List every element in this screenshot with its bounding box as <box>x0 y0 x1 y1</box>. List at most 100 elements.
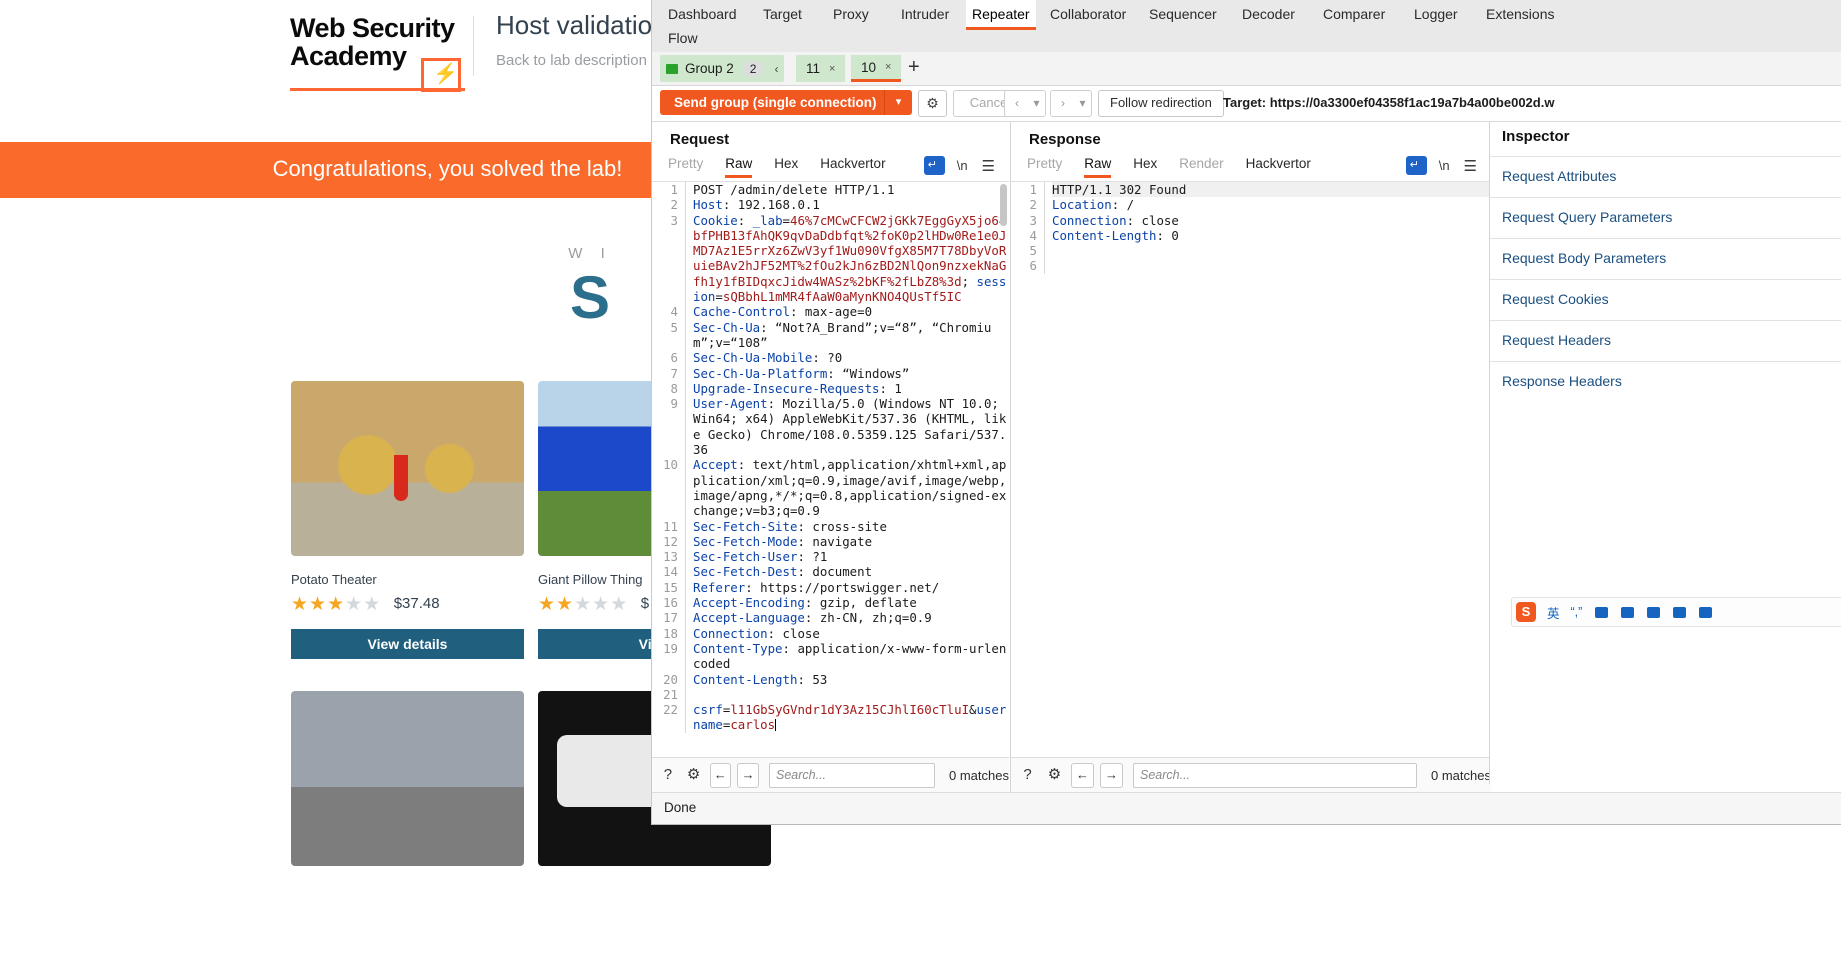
inspector-row-request-body-params[interactable]: Request Body Parameters <box>1490 238 1841 280</box>
show-newlines-icon[interactable]: \n <box>957 158 968 173</box>
code-line[interactable]: 20 Content-Length: 53 <box>652 671 1009 687</box>
line-text[interactable]: User-Agent: Mozilla/5.0 (Windows NT 10.0… <box>693 396 1009 457</box>
inspector-row-request-headers[interactable]: Request Headers <box>1490 320 1841 362</box>
line-text[interactable]: Sec-Fetch-User: ?1 <box>693 549 1009 564</box>
response-tab-render[interactable]: Render <box>1179 156 1223 175</box>
close-icon[interactable]: × <box>885 61 891 73</box>
web-security-academy-logo[interactable]: Web Security Academy ⚡ <box>290 14 465 92</box>
line-text[interactable]: Connection: close <box>693 626 1009 641</box>
code-line[interactable]: 10 Accept: text/html,application/xhtml+xm… <box>652 457 1009 519</box>
line-text[interactable]: Sec-Ch-Ua: “Not?A_Brand”;v=“8”, “Chromiu… <box>693 320 1009 351</box>
code-line[interactable]: 5 Sec-Ch-Ua: “Not?A_Brand”;v=“8”, “Chromi… <box>652 319 1009 351</box>
repeater-tab-10[interactable]: 10 × <box>851 55 902 82</box>
tab-target[interactable]: Target <box>757 0 808 28</box>
line-text[interactable]: Referer: https://portswigger.net/ <box>693 580 1009 595</box>
line-text[interactable]: Sec-Fetch-Mode: navigate <box>693 534 1009 549</box>
word-wrap-icon[interactable]: ↵ <box>923 156 945 175</box>
line-text[interactable]: HTTP/1.1 302 Found <box>1052 182 1491 198</box>
scrollbar-thumb[interactable] <box>1000 184 1007 226</box>
code-line[interactable]: 3 Connection: close <box>1011 212 1491 228</box>
line-text[interactable]: Host: 192.168.0.1 <box>693 197 1009 212</box>
ime-language-toggle[interactable]: 英 <box>1547 603 1560 622</box>
chevron-left-icon[interactable]: ‹ <box>774 62 778 76</box>
line-text[interactable]: Upgrade-Insecure-Requests: 1 <box>693 381 1009 396</box>
line-text[interactable]: Cache-Control: max-age=0 <box>693 304 1009 319</box>
inspector-row-response-headers[interactable]: Response Headers <box>1490 361 1841 403</box>
microphone-icon[interactable] <box>1595 606 1609 618</box>
tab-flow[interactable]: Flow <box>662 24 704 52</box>
inspector-row-request-cookies[interactable]: Request Cookies <box>1490 279 1841 321</box>
response-search-input[interactable]: Search... <box>1133 763 1417 788</box>
code-line[interactable]: 13 Sec-Fetch-User: ?1 <box>652 549 1009 565</box>
send-group-button[interactable]: Send group (single connection) <box>660 90 891 115</box>
response-tab-raw[interactable]: Raw <box>1084 156 1112 178</box>
repeater-group[interactable]: Group 2 2 ‹ <box>660 55 785 82</box>
gear-icon[interactable]: ⚙ <box>684 764 704 787</box>
line-text[interactable]: Sec-Ch-Ua-Mobile: ?0 <box>693 350 1009 365</box>
code-line[interactable]: 14 Sec-Fetch-Dest: document <box>652 564 1009 580</box>
gear-icon[interactable]: ⚙ <box>918 90 947 117</box>
toolbox-icon[interactable] <box>1647 606 1661 618</box>
code-line[interactable]: 3 Cookie: _lab=46%7cMCwCFCW2jGKk7EggGyX5j… <box>652 212 1009 305</box>
line-text[interactable]: Accept-Encoding: gzip, deflate <box>693 595 1009 610</box>
line-text[interactable] <box>1052 243 1491 258</box>
response-tab-hex[interactable]: Hex <box>1133 156 1157 175</box>
code-line[interactable]: 17 Accept-Language: zh-CN, zh;q=0.9 <box>652 610 1009 626</box>
tab-extensions[interactable]: Extensions <box>1480 0 1560 28</box>
ime-toolbar[interactable]: S 英 “,” <box>1511 597 1841 627</box>
response-editor[interactable]: 1 HTTP/1.1 302 Found 2 Location: / 3 Connecti… <box>1011 181 1491 757</box>
menu-icon[interactable] <box>1699 606 1713 618</box>
tab-decoder[interactable]: Decoder <box>1236 0 1301 28</box>
tab-collaborator[interactable]: Collaborator <box>1044 0 1132 28</box>
line-text[interactable]: Connection: close <box>1052 213 1491 228</box>
tab-logger[interactable]: Logger <box>1408 0 1464 28</box>
menu-icon[interactable]: ☰ <box>1464 157 1477 175</box>
code-line[interactable]: 7 Sec-Ch-Ua-Platform: “Windows” <box>652 365 1009 381</box>
help-icon[interactable]: ? <box>1017 764 1038 787</box>
find-next-button[interactable]: → <box>1100 763 1123 788</box>
product-card[interactable] <box>291 691 524 866</box>
sogou-ime-icon[interactable]: S <box>1516 602 1536 622</box>
line-text[interactable]: Accept-Language: zh-CN, zh;q=0.9 <box>693 610 1009 625</box>
product-card[interactable]: Potato Theater ★★★★★ $37.48 View details <box>291 381 524 659</box>
code-line[interactable]: 22 csrf=l11GbSyGVndr1dY3Az15CJhlI60cTluI&… <box>652 702 1009 733</box>
find-next-button[interactable]: → <box>737 763 759 788</box>
code-line[interactable]: 1 POST /admin/delete HTTP/1.1 <box>652 182 1009 198</box>
line-text[interactable]: Content-Length: 0 <box>1052 228 1491 243</box>
line-text[interactable]: Sec-Ch-Ua-Platform: “Windows” <box>693 366 1009 381</box>
tab-comparer[interactable]: Comparer <box>1317 0 1391 28</box>
response-lines[interactable]: 1 HTTP/1.1 302 Found 2 Location: / 3 Connecti… <box>1011 182 1491 757</box>
code-line[interactable]: 11 Sec-Fetch-Site: cross-site <box>652 518 1009 534</box>
code-line[interactable]: 21 <box>652 686 1009 703</box>
code-line[interactable]: 6 Sec-Ch-Ua-Mobile: ?0 <box>652 350 1009 366</box>
request-tab-hex[interactable]: Hex <box>774 156 798 175</box>
request-tab-hackvertor[interactable]: Hackvertor <box>820 156 885 175</box>
code-line[interactable]: 15 Referer: https://portswigger.net/ <box>652 579 1009 596</box>
find-prev-button[interactable]: ← <box>709 763 732 788</box>
code-line[interactable]: 2 Location: / <box>1011 197 1491 213</box>
next-request-button[interactable]: › <box>1050 90 1076 117</box>
word-wrap-icon[interactable]: ↵ <box>1405 156 1427 175</box>
request-lines[interactable]: 1 POST /admin/delete HTTP/1.1 2 Host: 192.1… <box>652 182 1009 757</box>
tab-proxy[interactable]: Proxy <box>827 0 875 28</box>
prev-request-button[interactable]: ‹ <box>1004 90 1030 117</box>
line-text[interactable]: Content-Type: application/x-www-form-url… <box>693 641 1009 672</box>
line-text[interactable]: Sec-Fetch-Site: cross-site <box>693 519 1009 534</box>
view-details-button[interactable]: View details <box>291 629 524 659</box>
skin-icon[interactable] <box>1673 606 1687 618</box>
inspector-row-request-query-params[interactable]: Request Query Parameters <box>1490 197 1841 239</box>
keyboard-icon[interactable] <box>1621 606 1635 618</box>
line-text[interactable]: Location: / <box>1052 197 1491 212</box>
back-to-lab-description-link[interactable]: Back to lab description » <box>496 52 659 69</box>
next-dropdown-button[interactable]: ▾ <box>1074 90 1092 117</box>
line-text[interactable]: POST /admin/delete HTTP/1.1 <box>693 182 1009 197</box>
code-line[interactable]: 4 Cache-Control: max-age=0 <box>652 304 1009 320</box>
prev-dropdown-button[interactable]: ▾ <box>1028 90 1046 117</box>
line-text[interactable]: csrf=l11GbSyGVndr1dY3Az15CJhlI60cTluI&us… <box>693 702 1009 733</box>
repeater-tab-11[interactable]: 11 × <box>796 55 846 82</box>
response-tab-hackvertor[interactable]: Hackvertor <box>1246 156 1311 175</box>
code-line[interactable]: 1 HTTP/1.1 302 Found <box>1011 182 1491 198</box>
code-line[interactable]: 2 Host: 192.168.0.1 <box>652 197 1009 213</box>
line-text[interactable] <box>1052 258 1491 273</box>
inspector-row-request-attributes[interactable]: Request Attributes <box>1490 156 1841 198</box>
